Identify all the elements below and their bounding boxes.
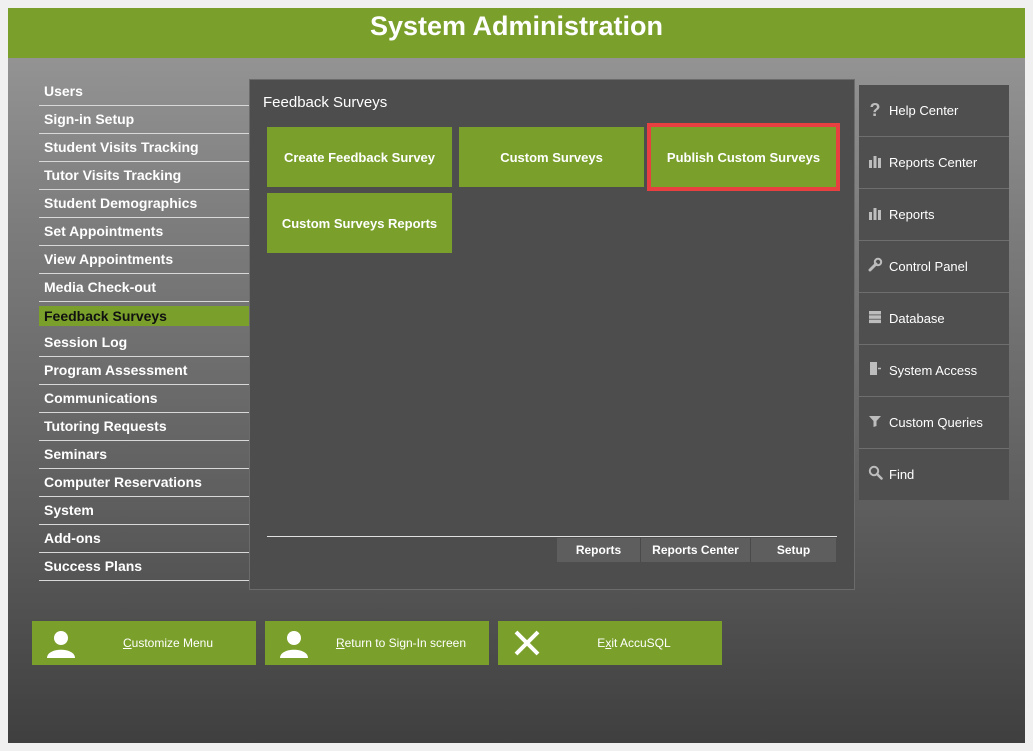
setup-subbutton[interactable]: Setup bbox=[751, 538, 836, 562]
create-feedback-survey-tile[interactable]: Create Feedback Survey bbox=[267, 127, 452, 187]
filter-icon bbox=[859, 414, 889, 432]
nav-find[interactable]: Find bbox=[859, 449, 1009, 500]
nav-database[interactable]: Database bbox=[859, 293, 1009, 345]
nav-label: Custom Queries bbox=[889, 415, 983, 430]
nav-control-panel[interactable]: Control Panel bbox=[859, 241, 1009, 293]
menu-item-computer-reservations[interactable]: Computer Reservations bbox=[39, 469, 249, 497]
button-text: ustomize Menu bbox=[131, 636, 214, 650]
shortcut-key: C bbox=[122, 636, 132, 650]
menu-item-system[interactable]: System bbox=[39, 497, 249, 525]
nav-reports[interactable]: Reports bbox=[859, 189, 1009, 241]
return-to-sign-in-button[interactable]: Return to Sign-In screen bbox=[265, 621, 489, 665]
header-bar: System Administration bbox=[8, 8, 1025, 58]
return-to-sign-in-label: Return to Sign-In screen bbox=[313, 621, 489, 665]
menu-item-seminars[interactable]: Seminars bbox=[39, 441, 249, 469]
menu-item-session-log[interactable]: Session Log bbox=[39, 329, 249, 357]
app-window: System Administration Users Sign-in Setu… bbox=[8, 8, 1025, 743]
exit-accusql-button[interactable]: Exit AccuSQL bbox=[498, 621, 722, 665]
database-icon bbox=[859, 310, 889, 328]
feedback-surveys-panel: Feedback Surveys Create Feedback Survey … bbox=[249, 79, 855, 590]
nav-help-center[interactable]: ? Help Center bbox=[859, 85, 1009, 137]
menu-item-sign-in-setup[interactable]: Sign-in Setup bbox=[39, 106, 249, 134]
customize-menu-label: Customize Menu bbox=[80, 621, 256, 665]
nav-label: Help Center bbox=[889, 103, 959, 118]
customize-menu-button[interactable]: Customize Menu bbox=[32, 621, 256, 665]
panel-divider bbox=[267, 536, 837, 537]
button-text: it AccuSQL bbox=[611, 636, 671, 650]
nav-label: Reports Center bbox=[889, 155, 978, 170]
nav-label: System Access bbox=[889, 363, 978, 378]
menu-item-add-ons[interactable]: Add-ons bbox=[39, 525, 249, 553]
custom-surveys-reports-tile[interactable]: Custom Surveys Reports bbox=[267, 193, 452, 253]
menu-item-users[interactable]: Users bbox=[39, 78, 249, 106]
user-icon bbox=[279, 628, 309, 658]
reports-subbutton[interactable]: Reports bbox=[557, 538, 641, 562]
menu-item-media-check-out[interactable]: Media Check-out bbox=[39, 274, 249, 302]
help-icon: ? bbox=[869, 100, 881, 120]
button-text: eturn to Sign-In screen bbox=[344, 636, 467, 650]
wrench-icon bbox=[859, 257, 889, 276]
user-icon bbox=[46, 628, 76, 658]
menu-item-set-appointments[interactable]: Set Appointments bbox=[39, 218, 249, 246]
left-menu: Users Sign-in Setup Student Visits Track… bbox=[39, 78, 249, 581]
door-icon bbox=[859, 361, 889, 380]
exit-accusql-label: Exit AccuSQL bbox=[546, 621, 722, 665]
menu-item-success-plans[interactable]: Success Plans bbox=[39, 553, 249, 581]
menu-item-tutor-visits-tracking[interactable]: Tutor Visits Tracking bbox=[39, 162, 249, 190]
panel-subbar: Reports Reports Center Setup bbox=[557, 538, 836, 562]
reports-center-subbutton[interactable]: Reports Center bbox=[641, 538, 751, 562]
page-title: System Administration bbox=[369, 11, 664, 41]
menu-item-student-demographics[interactable]: Student Demographics bbox=[39, 190, 249, 218]
menu-item-program-assessment[interactable]: Program Assessment bbox=[39, 357, 249, 385]
nav-custom-queries[interactable]: Custom Queries bbox=[859, 397, 1009, 449]
nav-system-access[interactable]: System Access bbox=[859, 345, 1009, 397]
search-icon bbox=[859, 465, 889, 484]
shortcut-key: R bbox=[335, 636, 345, 650]
menu-item-view-appointments[interactable]: View Appointments bbox=[39, 246, 249, 274]
custom-surveys-tile[interactable]: Custom Surveys bbox=[459, 127, 644, 187]
close-icon bbox=[512, 628, 542, 658]
nav-label: Control Panel bbox=[889, 259, 968, 274]
nav-label: Database bbox=[889, 311, 945, 326]
bar-chart-icon bbox=[859, 206, 889, 224]
menu-item-student-visits-tracking[interactable]: Student Visits Tracking bbox=[39, 134, 249, 162]
panel-title: Feedback Surveys bbox=[263, 94, 388, 111]
nav-label: Reports bbox=[889, 207, 935, 222]
bar-chart-icon bbox=[859, 154, 889, 172]
publish-custom-surveys-tile[interactable]: Publish Custom Surveys bbox=[647, 123, 840, 191]
nav-label: Find bbox=[889, 467, 915, 482]
menu-item-tutoring-requests[interactable]: Tutoring Requests bbox=[39, 413, 249, 441]
menu-item-communications[interactable]: Communications bbox=[39, 385, 249, 413]
nav-reports-center[interactable]: Reports Center bbox=[859, 137, 1009, 189]
menu-item-feedback-surveys[interactable]: Feedback Surveys bbox=[39, 306, 249, 326]
right-nav: ? Help Center Reports Center Reports Con… bbox=[859, 85, 1009, 500]
